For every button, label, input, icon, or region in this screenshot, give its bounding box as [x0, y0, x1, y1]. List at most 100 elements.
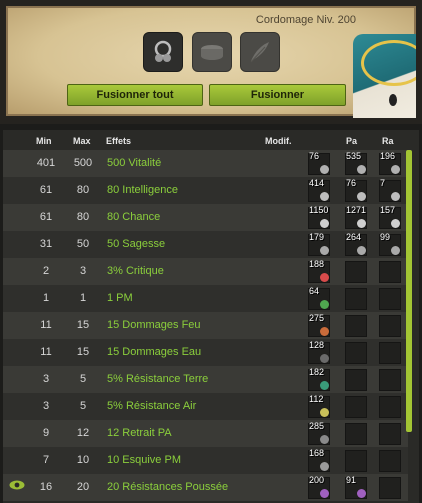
- pa-rune-slot[interactable]: [345, 396, 367, 418]
- effect-name: 500 Vitalité: [107, 157, 162, 169]
- modif-rune-slot[interactable]: 1150: [308, 205, 330, 229]
- modif-rune-count: 128: [309, 340, 325, 350]
- rune-icon: [391, 219, 400, 228]
- effect-name: 5% Résistance Air: [107, 400, 197, 412]
- ra-rune-slot[interactable]: [379, 396, 401, 418]
- item-slot-rune[interactable]: [192, 32, 232, 72]
- column-header-max: Max: [73, 136, 91, 146]
- modif-rune-slot[interactable]: 285: [308, 421, 330, 445]
- pa-rune-slot[interactable]: [345, 288, 367, 310]
- modif-rune-slot[interactable]: 179: [308, 232, 330, 256]
- ra-rune-slot[interactable]: [379, 288, 401, 310]
- item-slot-equipment[interactable]: [143, 32, 183, 72]
- ra-rune-count: 157: [380, 205, 396, 215]
- modif-rune-slot[interactable]: 168: [308, 448, 330, 472]
- rune-icon: [357, 246, 366, 255]
- effect-name: 3% Critique: [107, 265, 164, 277]
- ra-rune-slot[interactable]: [379, 261, 401, 283]
- rune-icon: [357, 219, 366, 228]
- effect-name: 20 Résistances Poussée: [107, 481, 229, 493]
- table-row: 16 20 20 Résistances Poussée 200 91: [3, 474, 408, 501]
- eye-icon[interactable]: [9, 480, 25, 490]
- rune-icon: [320, 435, 329, 444]
- rune-icon: [320, 165, 329, 174]
- column-header-modif: Modif.: [265, 136, 292, 146]
- effect-name: 15 Dommages Eau: [107, 346, 202, 358]
- table-row: 11 15 15 Dommages Eau 128: [3, 339, 408, 366]
- fusion-button[interactable]: Fusionner: [209, 84, 346, 106]
- scrollbar[interactable]: [406, 150, 412, 432]
- modif-rune-slot[interactable]: 128: [308, 340, 330, 364]
- rune-icon: [357, 165, 366, 174]
- modif-rune-slot[interactable]: 188: [308, 259, 330, 283]
- rune-icon: [391, 246, 400, 255]
- pa-rune-slot[interactable]: [345, 261, 367, 283]
- min-value: 2: [42, 265, 50, 277]
- pa-rune-slot[interactable]: [345, 369, 367, 391]
- modif-rune-count: 188: [309, 259, 325, 269]
- column-header-effects: Effets: [106, 136, 132, 146]
- pa-rune-slot[interactable]: [345, 450, 367, 472]
- ra-rune-slot[interactable]: [379, 450, 401, 472]
- pa-rune-slot[interactable]: 535: [345, 151, 367, 175]
- max-value: 50: [76, 238, 90, 250]
- effect-name: 15 Dommages Feu: [107, 319, 201, 331]
- pa-rune-slot[interactable]: 91: [345, 475, 367, 499]
- pa-rune-count: 1271: [346, 205, 367, 215]
- ra-rune-slot[interactable]: 196: [379, 151, 401, 175]
- modif-rune-slot[interactable]: 414: [308, 178, 330, 202]
- item-slot-potion[interactable]: [240, 32, 280, 72]
- table-row: 7 10 10 Esquive PM 168: [3, 447, 408, 474]
- min-value: 1: [42, 292, 50, 304]
- pa-rune-slot[interactable]: 76: [345, 178, 367, 202]
- table-row: 1 1 1 PM 64: [3, 285, 408, 312]
- modif-rune-count: 182: [309, 367, 325, 377]
- pa-rune-slot[interactable]: [345, 423, 367, 445]
- pa-rune-slot[interactable]: [345, 342, 367, 364]
- pa-rune-count: 76: [346, 178, 357, 188]
- profession-level-label: Cordomage Niv. 200: [255, 14, 356, 26]
- pa-rune-slot[interactable]: [345, 315, 367, 337]
- modif-rune-slot[interactable]: 275: [308, 313, 330, 337]
- rune-icon: [320, 246, 329, 255]
- effect-name: 10 Esquive PM: [107, 454, 181, 466]
- ra-rune-slot[interactable]: [379, 477, 401, 499]
- effect-name: 80 Chance: [107, 211, 161, 223]
- crafting-header: Cordomage Niv. 200 Fusionner tout Fusion…: [0, 0, 422, 124]
- min-value: 11: [40, 346, 52, 358]
- modif-rune-slot[interactable]: 200: [308, 475, 330, 499]
- max-value: 5: [79, 400, 87, 412]
- table-row: 3 5 5% Résistance Air 112: [3, 393, 408, 420]
- modif-rune-slot[interactable]: 76: [308, 151, 330, 175]
- effect-name: 80 Intelligence: [107, 184, 178, 196]
- rune-icon: [320, 354, 329, 363]
- ra-rune-slot[interactable]: 7: [379, 178, 401, 202]
- max-value: 80: [76, 184, 90, 196]
- ra-rune-slot[interactable]: 157: [379, 205, 401, 229]
- modif-rune-slot[interactable]: 112: [308, 394, 330, 418]
- ra-rune-slot[interactable]: [379, 369, 401, 391]
- min-value: 401: [36, 157, 56, 169]
- rune-icon: [320, 273, 329, 282]
- ra-rune-slot[interactable]: [379, 423, 401, 445]
- ra-rune-slot[interactable]: [379, 315, 401, 337]
- ra-rune-slot[interactable]: 99: [379, 232, 401, 256]
- modif-rune-slot[interactable]: 182: [308, 367, 330, 391]
- modif-rune-count: 285: [309, 421, 325, 431]
- modif-rune-count: 179: [309, 232, 325, 242]
- rune-icon: [320, 408, 329, 417]
- pa-rune-slot[interactable]: 1271: [345, 205, 367, 229]
- rune-icon: [391, 165, 400, 174]
- min-value: 61: [39, 211, 53, 223]
- modif-rune-count: 275: [309, 313, 325, 323]
- column-header-pa: Pa: [346, 136, 358, 146]
- fusion-all-button[interactable]: Fusionner tout: [67, 84, 203, 106]
- ra-rune-count: 196: [380, 151, 396, 161]
- pa-rune-slot[interactable]: 264: [345, 232, 367, 256]
- max-value: 5: [79, 373, 87, 385]
- rune-slot-icon: [201, 45, 223, 60]
- max-value: 500: [73, 157, 93, 169]
- min-value: 11: [40, 319, 52, 331]
- ra-rune-slot[interactable]: [379, 342, 401, 364]
- modif-rune-slot[interactable]: 64: [308, 286, 330, 310]
